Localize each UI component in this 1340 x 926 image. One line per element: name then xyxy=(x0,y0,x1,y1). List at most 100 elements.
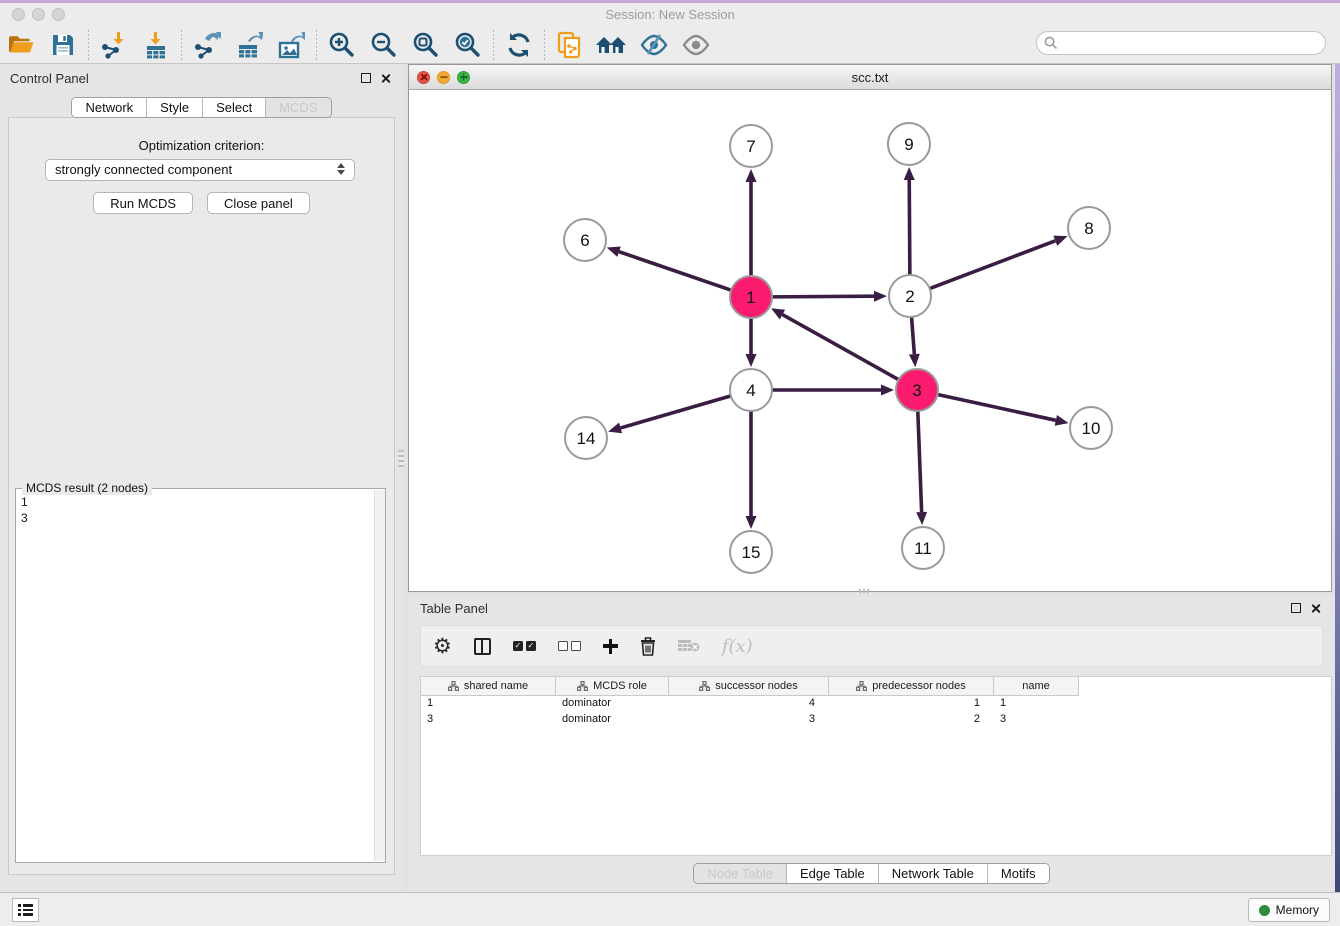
delete-columns-trash-icon[interactable] xyxy=(640,631,656,661)
graph-edge-3-1[interactable] xyxy=(771,308,899,379)
cell-successor-nodes[interactable]: 3 xyxy=(669,712,829,728)
network-resize-handle[interactable] xyxy=(859,589,871,593)
column-header-successor-nodes[interactable]: successor nodes xyxy=(669,677,829,695)
graph-node-4[interactable]: 4 xyxy=(730,369,772,411)
column-header-mcds-role[interactable]: MCDS role xyxy=(556,677,669,695)
apply-layout-icon[interactable] xyxy=(500,28,538,62)
graph-node-9[interactable]: 9 xyxy=(888,123,930,165)
graph-node-1[interactable]: 1 xyxy=(730,276,772,318)
cell-predecessor-nodes[interactable]: 2 xyxy=(829,712,994,728)
control-panel-title: Control Panel xyxy=(10,71,89,86)
graph-edge-2-3[interactable] xyxy=(909,317,920,367)
cell-successor-nodes[interactable]: 4 xyxy=(669,696,829,712)
graph-edge-1-4[interactable] xyxy=(746,318,757,367)
graph-node-2[interactable]: 2 xyxy=(889,275,931,317)
zoom-selected-icon[interactable] xyxy=(449,28,487,62)
graph-edge-4-14[interactable] xyxy=(608,396,731,433)
column-header-name[interactable]: name xyxy=(994,677,1078,695)
table-mode-gear-icon[interactable]: ⚙ xyxy=(433,631,452,661)
open-session-icon[interactable] xyxy=(2,28,40,62)
tab-edge-table[interactable]: Edge Table xyxy=(786,864,878,883)
show-hide-columns-icon[interactable] xyxy=(474,631,491,661)
graph-node-7[interactable]: 7 xyxy=(730,125,772,167)
network-window-titlebar[interactable]: scc.txt xyxy=(409,65,1331,90)
status-bar: Memory xyxy=(0,892,1340,926)
search-box[interactable] xyxy=(1036,31,1326,55)
panel-splitter-handle[interactable] xyxy=(398,450,404,468)
graph-node-6[interactable]: 6 xyxy=(564,219,606,261)
memory-button[interactable]: Memory xyxy=(1248,898,1330,922)
network-minimize-button[interactable] xyxy=(437,71,450,84)
tab-network[interactable]: Network xyxy=(72,98,146,117)
mcds-result-scrollbar[interactable] xyxy=(374,490,385,861)
graph-node-11[interactable]: 11 xyxy=(902,527,944,569)
close-table-panel-icon[interactable] xyxy=(1310,603,1321,614)
import-network-icon[interactable] xyxy=(95,28,133,62)
close-panel-button[interactable]: Close panel xyxy=(207,192,310,214)
hide-selected-eye-icon[interactable] xyxy=(635,28,673,62)
graph-edge-4-15[interactable] xyxy=(746,411,757,529)
tab-style[interactable]: Style xyxy=(146,98,202,117)
select-all-icon[interactable]: ✓✓ xyxy=(513,631,536,661)
graph-node-15[interactable]: 15 xyxy=(730,531,772,573)
toolbar-separator xyxy=(181,30,182,60)
network-close-button[interactable] xyxy=(417,71,430,84)
export-table-icon[interactable] xyxy=(230,28,268,62)
network-canvas[interactable]: 1 2 3 4 6 7 8 9 10 11 14 15 xyxy=(409,90,1331,591)
cell-name[interactable]: 3 xyxy=(994,712,1078,728)
table-row[interactable]: 1 dominator 4 1 1 xyxy=(421,696,1331,712)
tab-network-table[interactable]: Network Table xyxy=(878,864,987,883)
column-header-shared-name[interactable]: shared name xyxy=(421,677,556,695)
shared-column-icon xyxy=(577,681,588,691)
cell-predecessor-nodes[interactable]: 1 xyxy=(829,696,994,712)
svg-text:10: 10 xyxy=(1082,419,1101,438)
mcds-result-text[interactable]: 1 3 xyxy=(16,491,373,862)
cell-mcds-role[interactable]: dominator xyxy=(556,696,669,712)
close-panel-icon[interactable] xyxy=(380,73,391,84)
graph-node-8[interactable]: 8 xyxy=(1068,207,1110,249)
run-mcds-button[interactable]: Run MCDS xyxy=(93,192,193,214)
clone-network-icon[interactable] xyxy=(551,28,589,62)
float-table-panel-icon[interactable] xyxy=(1291,603,1301,613)
export-image-icon[interactable] xyxy=(272,28,310,62)
home-destroy-network-icon[interactable] xyxy=(593,28,631,62)
graph-edge-1-6[interactable] xyxy=(607,246,731,290)
tab-motifs[interactable]: Motifs xyxy=(987,864,1049,883)
graph-node-14[interactable]: 14 xyxy=(565,417,607,459)
tab-mcds[interactable]: MCDS xyxy=(265,98,330,117)
create-column-plus-icon[interactable] xyxy=(603,631,618,661)
graph-node-3[interactable]: 3 xyxy=(896,369,938,411)
zoom-out-icon[interactable] xyxy=(365,28,403,62)
tab-select[interactable]: Select xyxy=(202,98,265,117)
zoom-fit-icon[interactable] xyxy=(407,28,445,62)
import-table-icon[interactable] xyxy=(137,28,175,62)
deselect-all-icon[interactable] xyxy=(558,631,581,661)
graph-edge-4-3[interactable] xyxy=(772,385,894,396)
save-session-icon[interactable] xyxy=(44,28,82,62)
table-row[interactable]: 3 dominator 3 2 3 xyxy=(421,712,1331,728)
optimization-criterion-select[interactable]: strongly connected component xyxy=(45,159,355,181)
export-network-icon[interactable] xyxy=(188,28,226,62)
graph-edge-3-11[interactable] xyxy=(916,411,927,525)
zoom-in-icon[interactable] xyxy=(323,28,361,62)
graph-edge-2-8[interactable] xyxy=(930,236,1068,289)
graph-node-10[interactable]: 10 xyxy=(1070,407,1112,449)
column-header-predecessor-nodes[interactable]: predecessor nodes xyxy=(829,677,994,695)
network-maximize-button[interactable] xyxy=(457,71,470,84)
tab-node-table[interactable]: Node Table xyxy=(694,864,786,883)
cell-mcds-role[interactable]: dominator xyxy=(556,712,669,728)
toolbar-separator xyxy=(544,30,545,60)
graph-edge-1-7[interactable] xyxy=(746,169,757,276)
cell-shared-name[interactable]: 3 xyxy=(421,712,556,728)
float-panel-icon[interactable] xyxy=(361,73,371,83)
cell-shared-name[interactable]: 1 xyxy=(421,696,556,712)
search-input[interactable] xyxy=(1062,34,1325,52)
show-hidden-eye-icon[interactable] xyxy=(677,28,715,62)
main-toolbar xyxy=(0,26,1340,64)
graph-edge-3-10[interactable] xyxy=(938,394,1069,425)
cell-name[interactable]: 1 xyxy=(994,696,1078,712)
show-networks-list-button[interactable] xyxy=(12,898,39,922)
graph-edge-2-9[interactable] xyxy=(904,167,915,275)
graph-edge-1-2[interactable] xyxy=(772,291,887,302)
network-graph[interactable]: 1 2 3 4 6 7 8 9 10 11 14 15 xyxy=(409,90,1331,591)
